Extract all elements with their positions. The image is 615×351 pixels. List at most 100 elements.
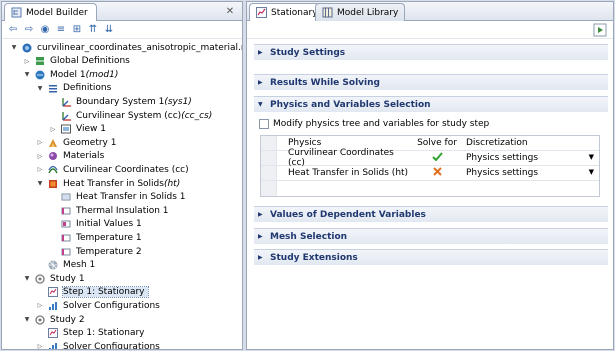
boundary-node-icon [61, 234, 71, 242]
collapsed-arrow-icon: ▶ [258, 211, 263, 218]
header-solve-for: Solve for [417, 138, 457, 148]
collapsed-arrow-icon[interactable]: ▷ [36, 343, 44, 349]
expanded-arrow-icon[interactable]: ▼ [23, 316, 31, 324]
tree-item[interactable]: ▼ Model 1 (mod1) [23, 68, 119, 81]
collapsed-arrow-icon[interactable]: ▷ [36, 152, 44, 160]
show-icon[interactable]: ◉ [38, 23, 52, 37]
library-icon [322, 7, 333, 18]
section-physics-selection[interactable]: ▼ Physics and Variables Selection [254, 96, 608, 112]
tree-item[interactable]: ▼ Study 1 [23, 272, 85, 285]
expanded-arrow-icon[interactable]: ▼ [36, 84, 44, 92]
header-physics: Physics [288, 138, 322, 148]
expanded-arrow-icon: ▼ [258, 101, 263, 108]
settings-toolbar [247, 21, 613, 39]
boundary-node-icon [61, 248, 71, 255]
tree-item-label: Geometry 1 [63, 137, 117, 148]
tree-item[interactable]: Curvilinear System (cc) (cc_cs) [49, 109, 212, 122]
model-icon [35, 70, 45, 80]
collapsed-arrow-icon[interactable]: ▷ [23, 57, 31, 65]
expanded-arrow-icon[interactable]: ▼ [23, 71, 31, 79]
expanded-arrow-icon[interactable]: ▼ [10, 44, 18, 52]
tree-item-label: Curvilinear System (cc) [76, 110, 182, 121]
tree-item[interactable]: ▼ Heat Transfer in Solids (ht) [36, 177, 181, 190]
model-tree: ▼ curvilinear_coordinates_anisotropic_mat… [2, 39, 242, 349]
tree-item[interactable]: ▷ Materials [36, 150, 105, 163]
compute-icon[interactable] [593, 23, 607, 37]
modify-physics-checkbox[interactable] [259, 119, 269, 129]
expanded-arrow-icon[interactable]: ▼ [23, 275, 31, 283]
section-study-extensions[interactable]: ▶ Study Extensions [254, 249, 608, 265]
collapsed-arrow-icon[interactable]: ▷ [36, 139, 44, 147]
tree-item-tag: (mod1) [85, 69, 119, 80]
chevron-down-icon: ▼ [588, 153, 594, 161]
tree-item-label: Heat Transfer in Solids 1 [76, 192, 186, 203]
back-icon[interactable]: ⇦ [6, 23, 20, 37]
tree-item[interactable]: Boundary System 1 (sys1) [49, 95, 192, 108]
view-icon [61, 124, 71, 134]
section-study-settings[interactable]: ▶ Study Settings [254, 44, 608, 60]
discretization-select[interactable]: Physics settings ▼ [462, 153, 598, 163]
physics-name: Heat Transfer in Solids (ht) [288, 168, 409, 178]
solve-for-cell[interactable] [412, 152, 462, 164]
tree-item[interactable]: ▷ Solver Configurations [36, 340, 160, 349]
section-dependent-values[interactable]: ▶ Values of Dependent Variables [254, 206, 608, 222]
section-mesh-selection[interactable]: ▶ Mesh Selection [254, 228, 608, 244]
sort-up-icon[interactable]: ⇈ [86, 23, 100, 37]
tree-item-label: Heat Transfer in Solids [63, 178, 164, 189]
tab-model-library[interactable]: Model Library [315, 3, 406, 21]
tree-item[interactable]: Temperature 2 [49, 245, 142, 258]
tree-item[interactable]: ▷ Curvilinear Coordinates (cc) [36, 163, 189, 176]
study-icon [35, 274, 45, 284]
tree-item-label: Initial Values 1 [76, 219, 142, 230]
tree-item[interactable]: Mesh 1 [36, 259, 95, 272]
tree-item[interactable]: ▷ Global Definitions [23, 55, 130, 68]
tree-item[interactable]: Thermal Insulation 1 [49, 204, 169, 217]
section-results-while-solving[interactable]: ▶ Results While Solving [254, 74, 608, 90]
collapse-all-icon[interactable]: ≡ [54, 23, 68, 37]
domain-node-icon [61, 220, 71, 228]
tree-item[interactable]: ▼ Study 2 [23, 313, 85, 326]
globe-icon [36, 57, 44, 66]
collapsed-arrow-icon[interactable]: ▷ [36, 166, 44, 174]
cross-icon [432, 167, 442, 176]
stationary-icon [48, 328, 58, 339]
collapsed-arrow-icon[interactable]: ▷ [49, 125, 57, 133]
tree-item[interactable]: Temperature 1 [49, 231, 142, 244]
expanded-arrow-icon[interactable]: ▼ [36, 180, 44, 188]
tree-item[interactable]: ▼ Definitions [36, 82, 112, 95]
heat-transfer-icon [49, 179, 57, 188]
collapsed-arrow-icon[interactable]: ▷ [36, 302, 44, 310]
tree-item[interactable]: ▼ curvilinear_coordinates_anisotropic_mat… [10, 41, 242, 54]
tree-item-label: Boundary System 1 [76, 96, 165, 107]
tree-item[interactable]: Step 1: Stationary [36, 286, 149, 299]
tree-item-label: Study 2 [50, 314, 85, 325]
tree-item-label: Step 1: Stationary [63, 328, 145, 339]
sort-down-icon[interactable]: ⇊ [102, 23, 116, 37]
tree-item[interactable]: ▷ Geometry 1 [36, 136, 117, 149]
tab-stationary-label: Stationary [271, 7, 318, 18]
study-icon [35, 314, 45, 325]
expand-icon[interactable]: ⊞ [70, 23, 84, 37]
tree-item[interactable]: Initial Values 1 [49, 218, 142, 231]
model-builder-tab[interactable]: Model Builder [4, 3, 97, 21]
mesh-icon [48, 260, 58, 270]
discretization-select[interactable]: Physics settings ▼ [462, 168, 598, 178]
table-row[interactable]: Curvilinear Coordinates (cc) Physics set… [261, 148, 599, 168]
ht-node-icon [61, 193, 71, 201]
tree-item[interactable]: Heat Transfer in Solids 1 [49, 191, 186, 204]
tree-item[interactable]: ▷ Solver Configurations [36, 299, 160, 312]
table-row-empty [261, 181, 599, 196]
coordsys-icon [62, 97, 71, 107]
forward-icon[interactable]: ⇨ [22, 23, 36, 37]
close-icon[interactable]: ✕ [224, 5, 236, 17]
table-row[interactable]: Heat Transfer in Solids (ht) Physics set… [261, 166, 599, 181]
solve-for-cell[interactable] [412, 167, 462, 179]
tree-item[interactable]: Step 1: Stationary [36, 327, 145, 340]
tree-item[interactable]: ▷ View 1 [49, 123, 106, 136]
section-study-settings-label: Study Settings [270, 47, 346, 58]
settings-tabbar: Stationary ✕ Model Library [247, 2, 613, 21]
section-mesh-label: Mesh Selection [270, 231, 348, 242]
